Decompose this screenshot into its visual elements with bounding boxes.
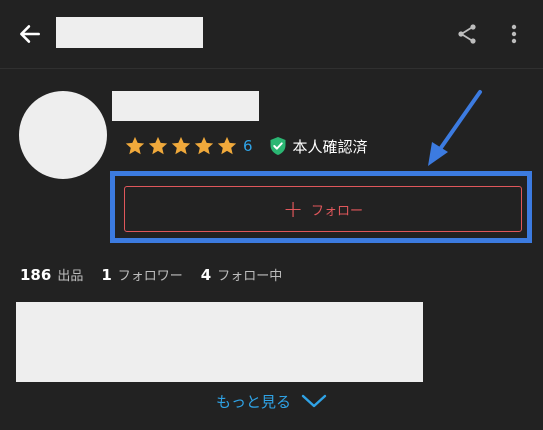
- stats-row: 186 出品 1 フォロワー 4 フォロー中: [20, 263, 300, 285]
- stat-label: フォロワー: [117, 268, 183, 284]
- avatar[interactable]: [19, 91, 107, 179]
- more-vertical-icon: [511, 24, 517, 44]
- profile-description-redacted: [16, 302, 423, 382]
- stat-listings[interactable]: 186 出品: [20, 265, 83, 284]
- rating-row[interactable]: 6 本人確認済: [124, 134, 368, 158]
- follow-button-label: フォロー: [311, 203, 364, 219]
- stat-followers[interactable]: 1 フォロワー: [101, 265, 182, 284]
- top-app-bar: [0, 0, 543, 69]
- page-title-redacted: [56, 17, 203, 48]
- verified-badge: 本人確認済: [269, 136, 368, 157]
- verified-label: 本人確認済: [292, 137, 368, 156]
- star-icon: [193, 135, 216, 157]
- shield-check-icon: [270, 137, 286, 155]
- see-more-link[interactable]: もっと見る: [216, 388, 327, 414]
- username-redacted: [112, 91, 259, 121]
- share-icon: [458, 24, 476, 44]
- star-icon: [170, 135, 193, 157]
- chevron-down-icon: [301, 394, 327, 408]
- star-rating: [124, 135, 239, 157]
- share-button[interactable]: [452, 19, 482, 49]
- back-button[interactable]: [14, 18, 46, 50]
- stat-value: 4: [200, 265, 212, 284]
- more-options-button[interactable]: [500, 19, 528, 49]
- stat-label: フォロー中: [217, 268, 283, 284]
- star-icon: [216, 135, 239, 157]
- stat-value: 1: [101, 265, 112, 284]
- arrow-left-icon: [20, 25, 40, 43]
- annotation-arrow: [428, 90, 482, 166]
- stat-following[interactable]: 4 フォロー中: [201, 265, 282, 284]
- rating-count[interactable]: 6: [243, 137, 253, 155]
- star-icon: [147, 135, 170, 157]
- plus-icon: +: [282, 195, 304, 223]
- stat-label: 出品: [57, 268, 84, 284]
- star-icon: [124, 135, 147, 157]
- stat-value: 186: [20, 265, 52, 284]
- follow-button[interactable]: + フォロー: [124, 186, 522, 232]
- see-more-label: もっと見る: [216, 392, 292, 411]
